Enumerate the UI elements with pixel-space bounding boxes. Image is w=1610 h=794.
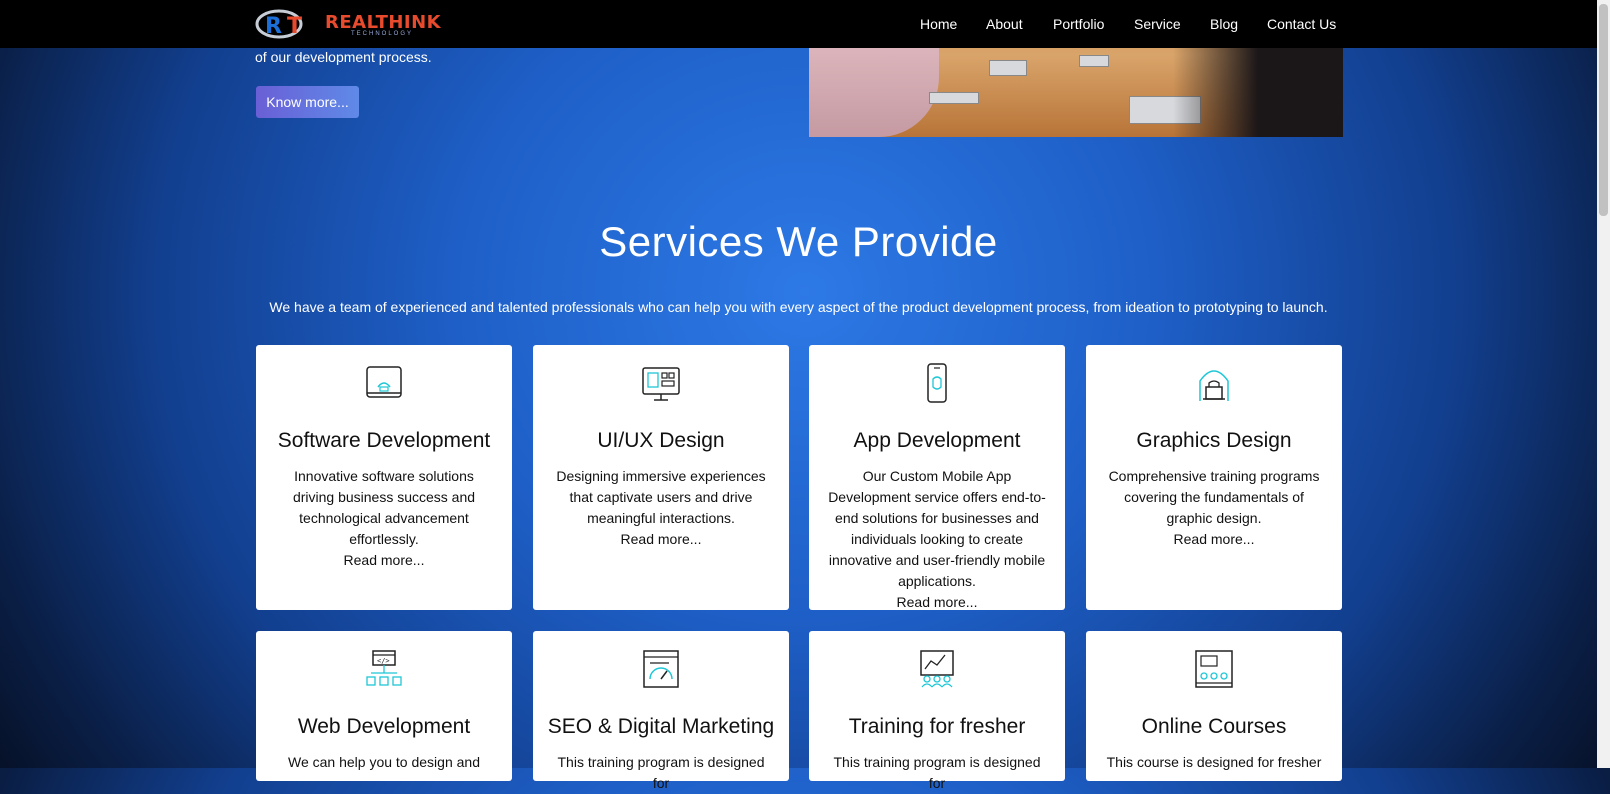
read-more-link[interactable]: Read more...	[897, 594, 978, 610]
service-card-uiux[interactable]: UI/UX Design Designing immersive experie…	[533, 345, 789, 610]
card-desc-text: Our Custom Mobile App Development servic…	[828, 468, 1046, 589]
card-title: App Development	[853, 429, 1021, 452]
image-laptop	[989, 60, 1027, 76]
hero-text: of our development process.	[255, 49, 432, 65]
svg-text:T: T	[287, 14, 302, 39]
logo-mark-icon: R T	[255, 9, 303, 39]
nav-contact-us[interactable]: Contact Us	[1267, 16, 1336, 32]
nav-about[interactable]: About	[986, 16, 1023, 32]
card-description: We can help you to design and	[288, 754, 480, 770]
nav-portfolio[interactable]: Portfolio	[1053, 16, 1104, 32]
card-description: Comprehensive training programs covering…	[1102, 466, 1326, 550]
nav-service[interactable]: Service	[1134, 16, 1181, 32]
card-description: This training program is designed for	[833, 754, 1041, 791]
read-more-link[interactable]: Read more...	[344, 552, 425, 568]
service-card-software[interactable]: Software Development Innovative software…	[256, 345, 512, 610]
top-navbar: R T REALTHINK TECHNOLOGY Home About Port…	[0, 0, 1597, 48]
web-network-icon: </>	[366, 650, 402, 686]
card-desc-text: Designing immersive experiences that cap…	[556, 468, 766, 526]
smartphone-icon	[927, 363, 947, 403]
seo-gauge-icon	[643, 650, 679, 688]
card-title: Graphics Design	[1136, 429, 1292, 452]
service-card-web[interactable]: </> Web Development We can help you to d…	[256, 631, 512, 781]
brand-logo[interactable]: R T REALTHINK TECHNOLOGY	[255, 9, 441, 40]
read-more-link[interactable]: Read more...	[1174, 531, 1255, 547]
designer-icon	[1199, 370, 1229, 401]
ui-design-icon	[642, 367, 680, 401]
card-description: Designing immersive experiences that cap…	[549, 466, 773, 550]
card-description: This course is designed for fresher	[1106, 754, 1322, 770]
scrollbar-thumb[interactable]	[1599, 4, 1608, 216]
image-tablet	[929, 92, 979, 104]
card-title: Web Development	[297, 715, 471, 738]
card-description: Our Custom Mobile App Development servic…	[825, 466, 1049, 613]
nav-home[interactable]: Home	[920, 16, 957, 32]
image-laptop	[1079, 55, 1109, 67]
online-course-icon	[1195, 650, 1233, 688]
training-board-icon	[920, 650, 954, 688]
card-title: Online Courses	[1141, 715, 1287, 738]
nav-blog[interactable]: Blog	[1210, 16, 1238, 32]
card-title: Training for fresher	[848, 715, 1026, 738]
card-title: Software Development	[277, 429, 491, 452]
card-desc-text: Comprehensive training programs covering…	[1108, 468, 1320, 526]
service-card-seo[interactable]: SEO & Digital Marketing This training pr…	[533, 631, 789, 791]
card-title: SEO & Digital Marketing	[547, 715, 775, 738]
card-description: Innovative software solutions driving bu…	[272, 466, 496, 571]
card-title: UI/UX Design	[597, 429, 725, 452]
services-title: Services We Provide	[599, 218, 998, 265]
laptop-icon	[366, 366, 402, 398]
brand-tagline: TECHNOLOGY	[351, 31, 414, 37]
know-more-button[interactable]: Know more...	[256, 86, 359, 118]
page-scrollbar[interactable]	[1597, 0, 1610, 768]
card-desc-text: Innovative software solutions driving bu…	[292, 468, 476, 547]
service-card-graphics[interactable]: Graphics Design Comprehensive training p…	[1086, 345, 1342, 610]
service-card-training[interactable]: Training for fresher This training progr…	[809, 631, 1065, 791]
service-card-app[interactable]: App Development Our Custom Mobile App De…	[809, 345, 1065, 610]
service-card-online-courses[interactable]: Online Courses This course is designed f…	[1086, 631, 1342, 781]
brand-name: REALTHINK	[325, 12, 442, 33]
svg-text:</>: </>	[377, 657, 390, 665]
svg-text:R: R	[265, 14, 282, 39]
card-description: This training program is designed for	[557, 754, 765, 791]
services-subtitle: We have a team of experienced and talent…	[269, 299, 1328, 315]
read-more-link[interactable]: Read more...	[621, 531, 702, 547]
